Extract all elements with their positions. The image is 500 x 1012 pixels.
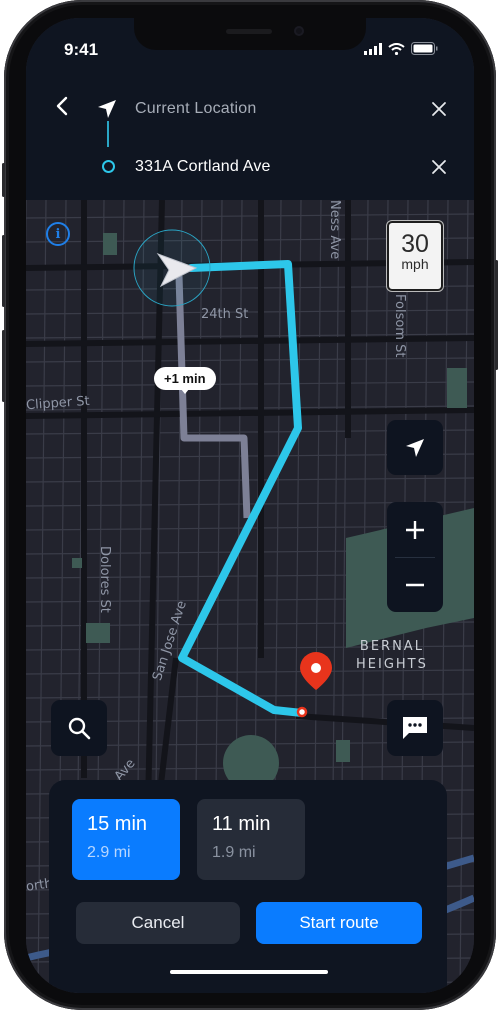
park-small-1 (103, 233, 117, 255)
start-route-button[interactable]: Start route (256, 902, 422, 944)
area-label-bernal-heights: BERNAL HEIGHTS (356, 638, 428, 674)
alternate-route-delta-badge[interactable]: +1 min (154, 367, 216, 394)
plus-icon (406, 520, 424, 539)
battery-icon (411, 42, 438, 55)
speed-limit-sign: 30 mph (387, 221, 443, 291)
wifi-icon (388, 42, 405, 55)
street-label-dolores: Dolores St (97, 546, 112, 613)
minus-icon (406, 583, 424, 586)
origin-field[interactable]: Current Location (135, 100, 257, 118)
signal-icon (364, 42, 382, 55)
route-connector-line (107, 121, 109, 147)
search-icon (68, 717, 91, 740)
chat-bubble-icon (403, 717, 427, 739)
route-option-selected[interactable]: 15 min 2.9 mi (72, 799, 180, 880)
speed-limit-value: 30 (401, 230, 429, 258)
home-indicator[interactable] (170, 970, 328, 974)
front-camera (294, 26, 304, 36)
recenter-button[interactable] (387, 420, 443, 475)
street-label-24th: 24th St (201, 307, 249, 322)
back-button[interactable] (50, 94, 74, 118)
power-button (495, 260, 498, 370)
destination-field[interactable]: 331A Cortland Ave (135, 158, 271, 176)
cancel-button[interactable]: Cancel (76, 902, 240, 944)
speed-limit-unit: mph (401, 256, 429, 272)
route-distance: 1.9 mi (212, 844, 256, 861)
speaker (226, 29, 272, 34)
screen: 24th St Clipper St Dolores St San Jose A… (26, 18, 474, 993)
clear-origin-button[interactable] (430, 100, 450, 120)
volume-up-button (2, 235, 5, 307)
street-label-ness: Ness Ave (327, 200, 342, 260)
navigation-arrow-icon (98, 100, 116, 118)
park-small-4 (447, 368, 467, 408)
zoom-controls (387, 502, 443, 612)
info-icon: i (55, 226, 61, 242)
info-button[interactable]: i (46, 222, 70, 246)
chevron-left-icon (56, 96, 68, 116)
close-icon (432, 160, 446, 174)
search-button[interactable] (51, 700, 107, 756)
route-options-panel: 15 min 2.9 mi 11 min 1.9 mi Cancel Start… (49, 780, 447, 993)
destination-ring-icon (102, 160, 115, 173)
route-time: 11 min (212, 813, 271, 835)
mute-switch (2, 163, 5, 197)
route-distance: 2.9 mi (87, 844, 131, 861)
park-small-3 (86, 623, 110, 643)
clear-destination-button[interactable] (430, 158, 450, 178)
park-small-5 (336, 740, 350, 762)
status-icons (364, 42, 438, 55)
street-label-folsom: Folsom St (392, 294, 407, 358)
zoom-out-button[interactable] (387, 557, 443, 612)
area-label-line-1: BERNAL (359, 639, 424, 654)
route-option-alternate[interactable]: 11 min 1.9 mi (197, 799, 305, 880)
status-time: 9:41 (64, 40, 99, 59)
close-icon (432, 102, 446, 116)
location-arrow-icon (406, 438, 424, 457)
area-label-line-2: HEIGHTS (356, 657, 428, 672)
notch (134, 18, 366, 50)
route-time: 15 min (87, 813, 148, 835)
volume-down-button (2, 330, 5, 402)
park-small-2 (72, 558, 82, 568)
zoom-in-button[interactable] (387, 502, 443, 557)
chat-button[interactable] (387, 700, 443, 756)
